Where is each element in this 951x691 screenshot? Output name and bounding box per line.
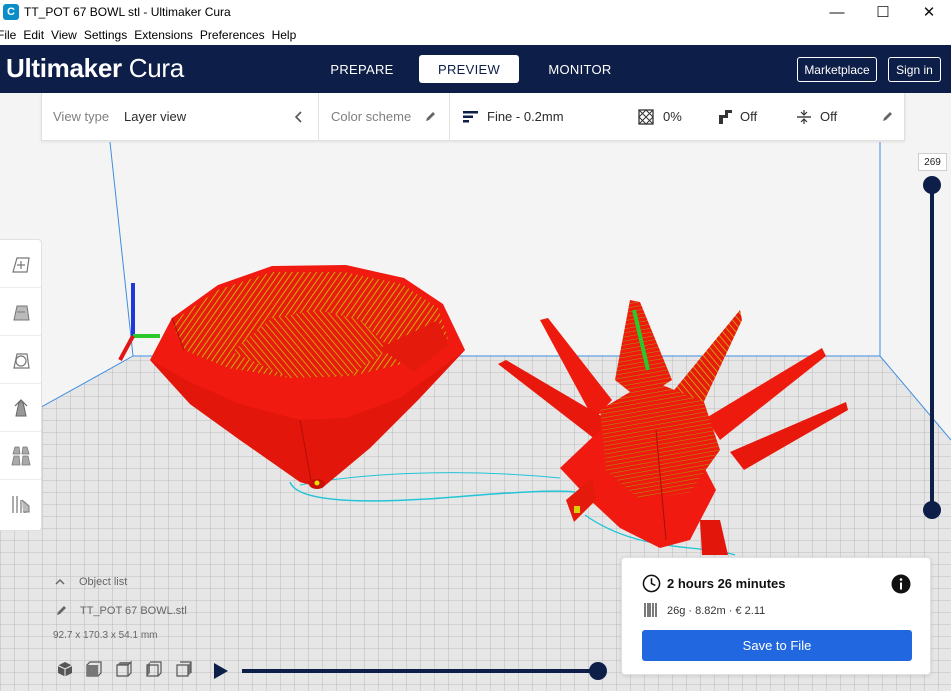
- right-view-icon[interactable]: [174, 660, 194, 678]
- object-list-label: Object list: [79, 576, 128, 588]
- print-profile-value[interactable]: Fine - 0.2mm: [487, 93, 564, 140]
- chevron-left-icon[interactable]: [294, 93, 304, 140]
- menu-file[interactable]: File: [0, 28, 19, 42]
- info-icon[interactable]: [891, 574, 911, 594]
- maximize-button[interactable]: ☐: [860, 0, 906, 24]
- menu-settings[interactable]: Settings: [81, 28, 130, 42]
- menu-bar: File Edit View Settings Extensions Prefe…: [0, 25, 951, 45]
- save-to-file-button[interactable]: Save to File: [642, 630, 912, 661]
- clock-icon: [642, 574, 661, 593]
- view-type-label: View type: [53, 109, 110, 124]
- app-header: Ultimaker Cura PREPARE PREVIEW MONITOR M…: [0, 45, 951, 93]
- infill-value[interactable]: 0%: [663, 93, 682, 140]
- 3d-view-icon[interactable]: [55, 660, 75, 678]
- window-title: TT_POT 67 BOWL stl - Ultimaker Cura: [24, 5, 231, 19]
- left-view-icon[interactable]: [144, 660, 164, 678]
- top-view-icon[interactable]: [114, 660, 134, 678]
- pencil-icon[interactable]: [424, 93, 436, 140]
- brand-product: Cura: [121, 53, 184, 83]
- rename-pencil-icon: [57, 606, 66, 615]
- play-simulation-icon[interactable]: [211, 662, 229, 680]
- tab-preview[interactable]: PREVIEW: [419, 55, 519, 83]
- cura-app-icon: C: [3, 4, 19, 20]
- adhesion-value[interactable]: Off: [820, 93, 837, 140]
- support-icon: [717, 93, 733, 140]
- print-time: 2 hours 26 minutes: [667, 576, 786, 591]
- material-estimate: 26g · 8.82m · € 2.11: [667, 605, 766, 617]
- infill-icon: [638, 93, 654, 140]
- object-dimensions: 92.7 x 170.3 x 54.1 mm: [53, 630, 158, 641]
- simulation-slider-track[interactable]: [242, 669, 598, 673]
- layer-lower-handle[interactable]: [923, 501, 941, 519]
- brand-name: Ultimaker: [6, 53, 122, 83]
- tab-monitor[interactable]: MONITOR: [540, 55, 620, 83]
- menu-extensions[interactable]: Extensions: [131, 28, 196, 42]
- layer-slider-track[interactable]: [930, 185, 934, 510]
- rotate-tool-icon[interactable]: [0, 336, 41, 384]
- mirror-tool-icon[interactable]: [0, 384, 41, 432]
- window-titlebar: C TT_POT 67 BOWL stl - Ultimaker Cura — …: [0, 0, 951, 24]
- object-filename: TT_POT 67 BOWL.stl: [80, 605, 187, 617]
- menu-preferences[interactable]: Preferences: [197, 28, 268, 42]
- print-info-panel: 2 hours 26 minutes 26g · 8.82m · € 2.11 …: [621, 557, 931, 675]
- print-profile-icon: [463, 93, 479, 140]
- settings-bar: View type Layer view Color scheme Fine -…: [41, 93, 905, 141]
- color-scheme-label[interactable]: Color scheme: [331, 93, 411, 140]
- front-view-icon[interactable]: [84, 660, 104, 678]
- support-value[interactable]: Off: [740, 93, 757, 140]
- chevron-up-icon: [55, 578, 65, 585]
- material-spool-icon: [644, 603, 657, 617]
- custom-settings-pencil-icon[interactable]: [881, 93, 893, 140]
- view-type-dropdown[interactable]: Layer view: [124, 93, 186, 140]
- close-button[interactable]: ✕: [906, 0, 951, 24]
- layer-upper-handle[interactable]: [923, 176, 941, 194]
- support-blocker-icon[interactable]: [0, 480, 41, 528]
- tool-panel: [0, 239, 42, 531]
- current-layer-field[interactable]: 269: [918, 153, 947, 171]
- move-tool-icon[interactable]: [0, 240, 41, 288]
- scale-tool-icon[interactable]: [0, 288, 41, 336]
- menu-view[interactable]: View: [48, 28, 80, 42]
- minimize-button[interactable]: —: [814, 0, 860, 24]
- per-model-settings-icon[interactable]: [0, 432, 41, 480]
- object-list-toggle[interactable]: Object list: [54, 576, 127, 588]
- menu-edit[interactable]: Edit: [20, 28, 47, 42]
- marketplace-button[interactable]: Marketplace: [797, 57, 877, 82]
- adhesion-icon: [796, 93, 812, 140]
- menu-help[interactable]: Help: [269, 28, 300, 42]
- tab-prepare[interactable]: PREPARE: [322, 55, 402, 83]
- sign-in-button[interactable]: Sign in: [888, 57, 941, 82]
- object-filename-row[interactable]: TT_POT 67 BOWL.stl: [54, 605, 187, 617]
- brand-logo: Ultimaker Cura: [6, 53, 184, 84]
- simulation-slider-handle[interactable]: [589, 662, 607, 680]
